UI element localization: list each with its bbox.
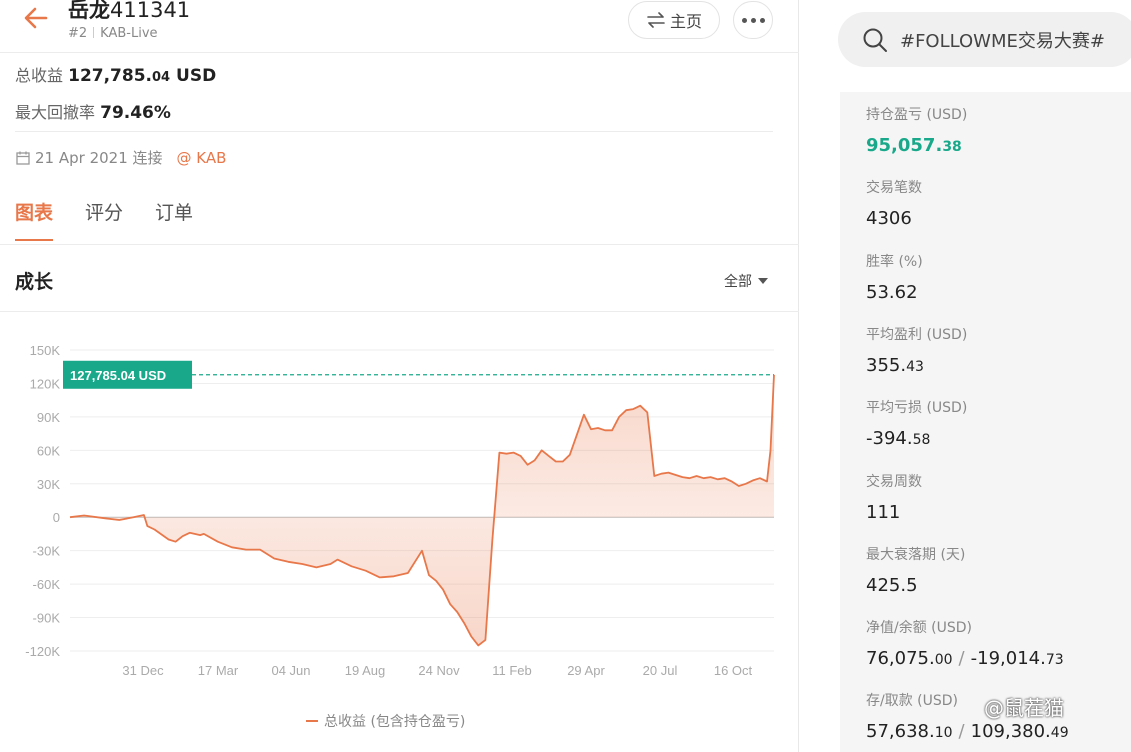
stat-label: 最大衰落期 (天)	[866, 546, 966, 563]
total-profit-label: 总收益	[15, 66, 64, 85]
y-tick-label: -30K	[33, 544, 61, 559]
stat-label: 交易周数	[866, 473, 922, 490]
search-bar[interactable]: #FOLLOWME交易大赛#	[838, 12, 1131, 67]
divider	[0, 244, 799, 245]
total-profit-value: 127,785.04 USD	[68, 66, 217, 86]
x-tick-label: 11 Feb	[492, 663, 532, 678]
divider	[93, 27, 95, 38]
divider	[15, 131, 773, 132]
stat-label: 持仓盈亏 (USD)	[866, 107, 968, 123]
legend-swatch	[306, 720, 318, 722]
y-tick-label: 90K	[37, 410, 60, 425]
y-tick-label: -60K	[33, 577, 61, 592]
y-tick-label: 30K	[37, 477, 60, 492]
connected-date: 21 Apr 2021 连接	[35, 149, 163, 167]
calendar-icon	[16, 151, 30, 165]
range-filter-label: 全部	[724, 274, 752, 290]
stat-label: 净值/余额 (USD)	[866, 620, 973, 637]
stat-label: 存/取款 (USD)	[866, 693, 959, 710]
trader-detail-panel: 岳龙411341 #2 KAB-Live 主页 总收益 127,785.04 US…	[0, 0, 799, 752]
growth-chart: 150K 120K 90K 60K 30K 0 -30K -60K -90K -120K 31 De…	[25, 343, 775, 678]
more-button[interactable]	[733, 1, 773, 39]
x-tick-label: 19 Aug	[345, 663, 386, 678]
legend-label: 总收益 (包含持仓盈亏)	[324, 714, 466, 730]
tab-rating[interactable]: 评分	[85, 198, 123, 241]
x-tick-label: 04 Jun	[271, 663, 310, 678]
stat-value: 355.43	[866, 354, 924, 376]
search-placeholder: #FOLLOWME交易大赛#	[900, 30, 1105, 52]
x-tick-label: 29 Apr	[567, 663, 605, 678]
y-tick-label: 60K	[37, 443, 60, 458]
chart-legend[interactable]: 总收益 (包含持仓盈亏)	[306, 711, 465, 731]
range-filter-dropdown[interactable]: 全部	[724, 271, 768, 291]
account-subtitle: #2 KAB-Live	[68, 26, 158, 41]
stat-label: 平均盈利 (USD)	[866, 326, 968, 343]
home-button-label: 主页	[669, 12, 702, 31]
x-tick-label: 31 Dec	[122, 663, 164, 678]
max-drawdown-label: 最大回撤率	[15, 103, 96, 122]
stats-list: 持仓盈亏 (USD) 95,057.38 交易笔数 4306 胜率 (%) 53.62 平均…	[840, 92, 1131, 752]
stat-label: 交易笔数	[866, 180, 922, 197]
growth-title: 成长	[15, 271, 54, 293]
stat-value: 53.62	[866, 281, 918, 303]
swap-arrows-icon	[647, 12, 665, 28]
divider	[0, 52, 799, 53]
stats-sidebar: #FOLLOWME交易大赛# 持仓盈亏 (USD) 95,057.38 交易笔数 43…	[800, 0, 1131, 752]
search-icon	[863, 28, 887, 52]
watermark: @鼠茬猫	[984, 696, 1064, 720]
caret-down-icon	[758, 278, 768, 284]
home-button[interactable]: 主页	[628, 1, 720, 39]
y-tick-label: 150K	[30, 343, 61, 358]
tab-bar: 图表 评分 订单	[15, 198, 193, 241]
stat-value: 111	[866, 501, 901, 523]
account-type: KAB-Live	[100, 26, 158, 41]
max-drawdown: 最大回撤率 79.46%	[15, 99, 171, 123]
stat-value: 95,057.38	[866, 135, 962, 156]
stat-label: 胜率 (%)	[866, 253, 923, 270]
more-dots-icon	[741, 17, 747, 23]
account-number: 411341	[110, 0, 191, 22]
tab-chart[interactable]: 图表	[15, 198, 54, 241]
broker-link[interactable]: @ KAB	[177, 149, 227, 167]
x-tick-label: 16 Oct	[714, 663, 753, 678]
x-tick-label: 24 Nov	[418, 663, 460, 678]
rank-label: #2	[68, 26, 88, 41]
total-profit: 总收益 127,785.04 USD	[15, 62, 216, 86]
area-fill-positive	[70, 374, 774, 518]
x-tick-label: 20 Jul	[643, 663, 678, 678]
back-arrow-icon[interactable]	[22, 4, 50, 32]
stat-value: 57,638.10/109,380.49	[866, 721, 1069, 743]
stat-label: 平均亏损 (USD)	[866, 400, 968, 417]
stat-value: 425.5	[866, 574, 918, 596]
current-value-label: 127,785.04 USD	[70, 368, 166, 383]
stat-value: -394.58	[866, 428, 931, 450]
more-dots-icon	[759, 17, 765, 23]
y-tick-label: 0	[53, 510, 60, 525]
stat-value: 76,075.00/-19,014.73	[866, 648, 1064, 670]
x-tick-label: 17 Mar	[198, 663, 239, 678]
trader-name: 岳龙	[68, 0, 110, 22]
stat-value: 4306	[866, 208, 912, 230]
y-tick-label: 120K	[30, 376, 61, 391]
y-tick-label: -120K	[25, 644, 60, 659]
connection-info: 21 Apr 2021 连接 @ KAB	[15, 147, 226, 168]
more-dots-icon	[750, 17, 756, 23]
max-drawdown-value: 79.46%	[100, 103, 171, 123]
tab-orders[interactable]: 订单	[155, 198, 193, 241]
trader-title: 岳龙411341	[68, 0, 190, 24]
y-tick-label: -90K	[33, 611, 61, 626]
